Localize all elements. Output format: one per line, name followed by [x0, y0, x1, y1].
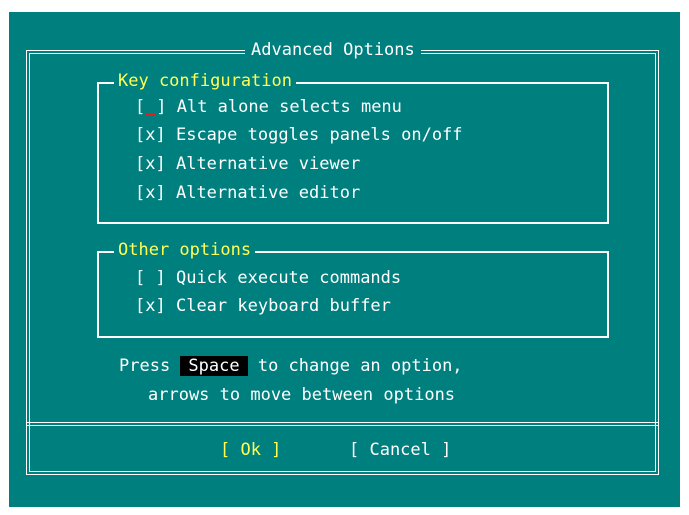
button-separator [26, 422, 659, 426]
checkbox-mark: [x] [135, 183, 166, 203]
option-label: Escape toggles panels on/off [175, 125, 463, 145]
option-label: Alternative viewer [175, 154, 361, 174]
help-suffix: to change an option, [247, 356, 463, 376]
help-text-line-1: Press Space to change an option, [119, 354, 463, 378]
advanced-options-dialog: Advanced Options Key configuration [ ] A… [9, 12, 680, 507]
option-label: Clear keyboard buffer [175, 296, 391, 316]
checkbox-mark: [x] [135, 296, 166, 316]
checkbox-mark: [x] [135, 154, 166, 174]
other-options-label: Other options [114, 239, 256, 261]
option-quick-execute-commands[interactable]: [ ] Quick execute commands [135, 267, 401, 289]
cursor-marker [145, 96, 157, 118]
option-clear-keyboard-buffer[interactable]: [x] Clear keyboard buffer [135, 295, 391, 317]
option-alternative-editor[interactable]: [x] Alternative editor [135, 182, 360, 204]
checkbox-mark: [ ] [135, 268, 166, 288]
option-label: Alternative editor [175, 183, 361, 203]
option-alt-alone-selects-menu[interactable]: [ ] Alt alone selects menu [135, 96, 402, 118]
option-escape-toggles-panels[interactable]: [x] Escape toggles panels on/off [135, 124, 463, 146]
help-text-line-2: arrows to move between options [148, 385, 456, 405]
cancel-button[interactable]: [ Cancel ] [349, 438, 451, 462]
space-key-badge: Space [180, 356, 248, 376]
checkbox-mark: [x] [135, 125, 166, 145]
dialog-title: Advanced Options [245, 38, 421, 62]
key-configuration-label: Key configuration [114, 70, 296, 92]
ok-button[interactable]: [ Ok ] [220, 438, 281, 462]
option-alternative-viewer[interactable]: [x] Alternative viewer [135, 153, 360, 175]
help-prefix: Press [119, 356, 181, 376]
option-label: Alt alone selects menu [176, 97, 402, 117]
option-label: Quick execute commands [175, 268, 402, 288]
